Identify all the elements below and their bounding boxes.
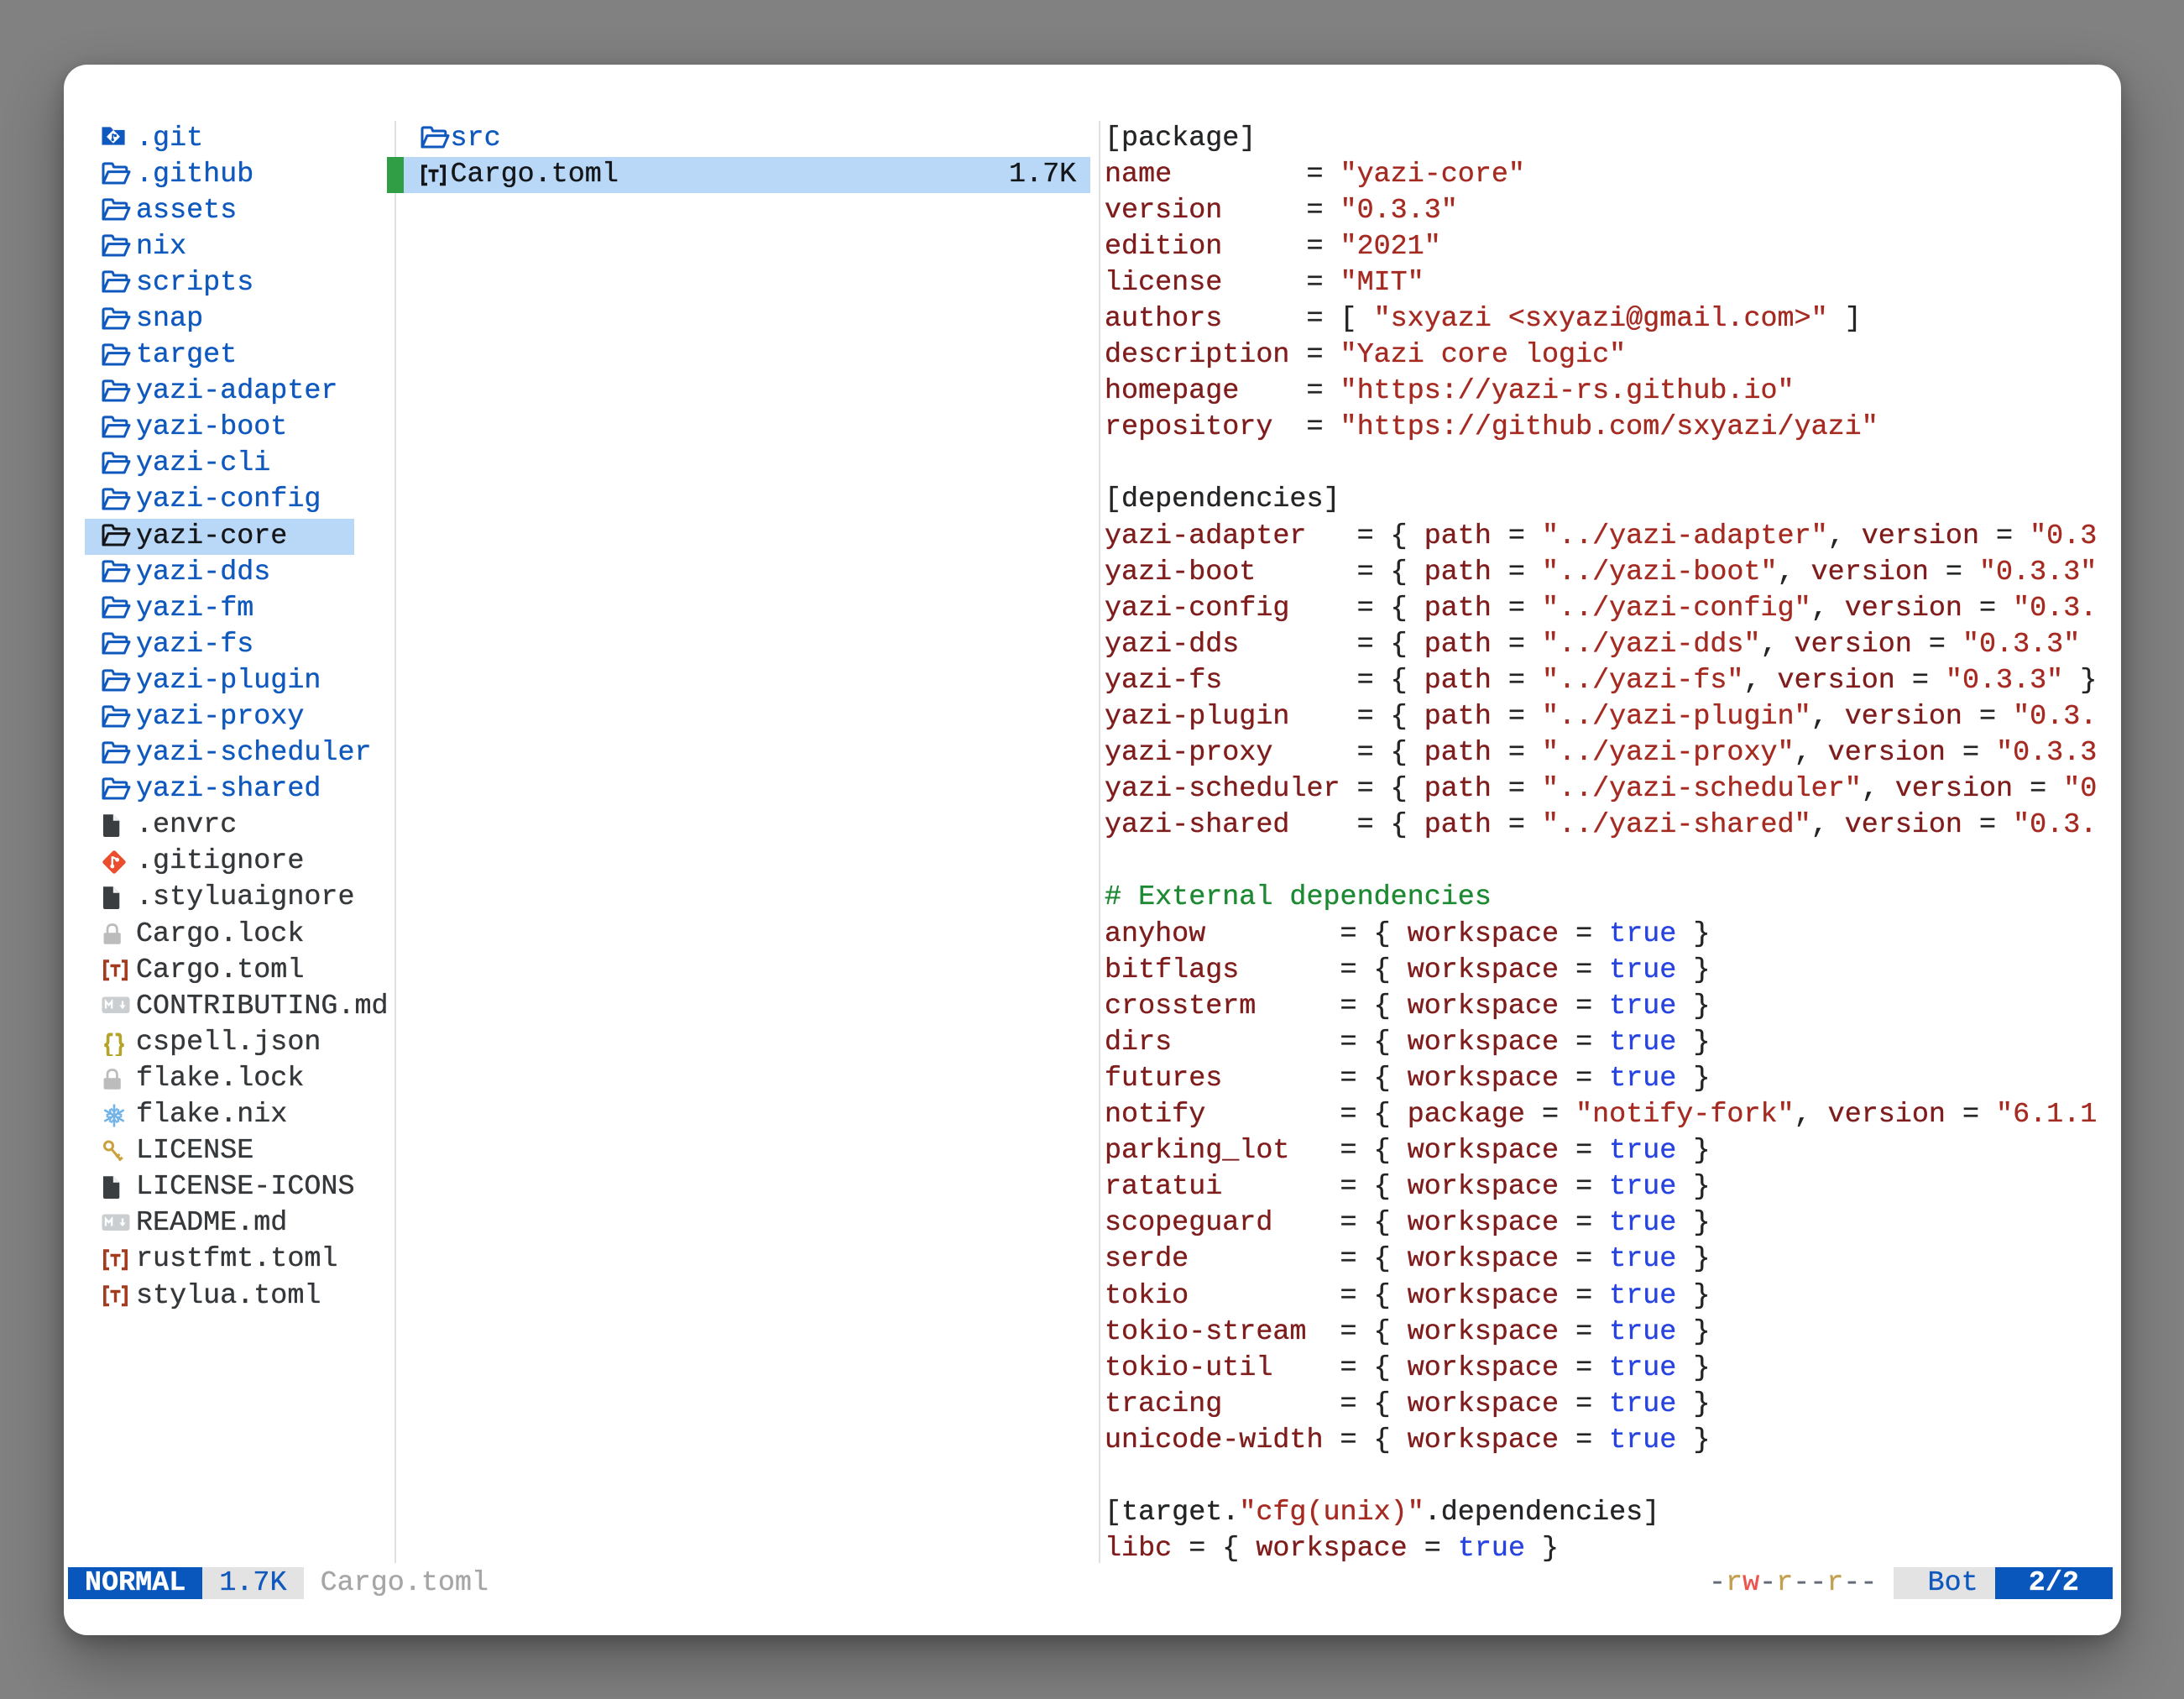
svg-text:{}: {} (103, 1031, 126, 1056)
